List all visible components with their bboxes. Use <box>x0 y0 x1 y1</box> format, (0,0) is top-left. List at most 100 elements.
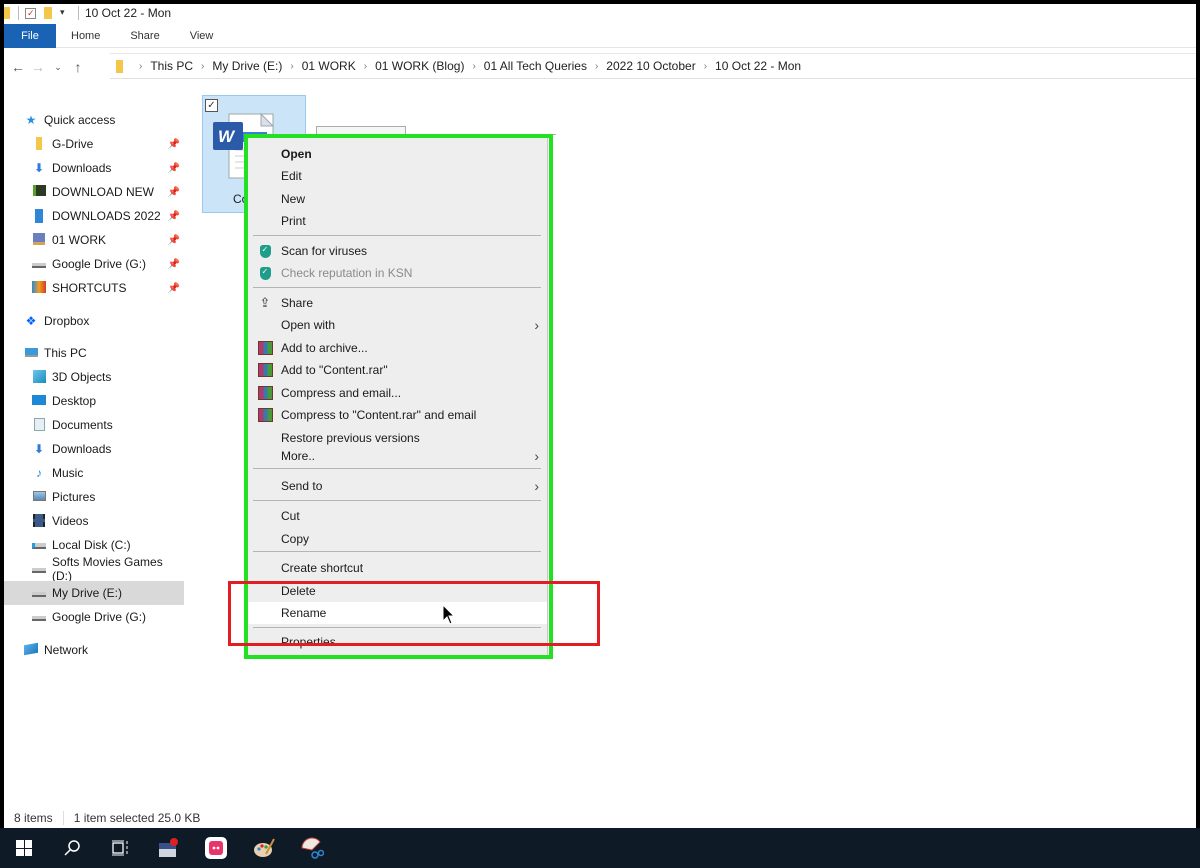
sidebar-item-this-pc[interactable]: This PC <box>4 341 184 365</box>
chevron-right-icon[interactable]: › <box>472 61 475 72</box>
shortcuts-icon <box>32 281 46 295</box>
sidebar-item-music[interactable]: ♪ Music <box>4 461 184 485</box>
chevron-right-icon[interactable]: › <box>364 61 367 72</box>
sidebar-item-label: G-Drive <box>52 137 94 151</box>
sidebar-item-downloads-2022[interactable]: DOWNLOADS 2022 📌 <box>4 204 184 228</box>
sidebar-item-desktop[interactable]: Desktop <box>4 389 184 413</box>
dropbox-icon: ❖ <box>25 314 37 328</box>
sidebar-item-label: SHORTCUTS <box>52 281 127 295</box>
tab-file[interactable]: File <box>4 24 56 48</box>
search-button[interactable] <box>48 828 96 868</box>
sidebar-item-3d-objects[interactable]: 3D Objects <box>4 365 184 389</box>
pin-icon[interactable]: 📌 <box>168 187 180 198</box>
sidebar-item-network[interactable]: Network <box>4 638 184 662</box>
sidebar-item-shortcuts[interactable]: SHORTCUTS 📌 <box>4 276 184 300</box>
download-icon: ⬇ <box>33 442 45 456</box>
breadcrumb-tech-queries[interactable]: 01 All Tech Queries <box>484 59 587 73</box>
tab-view[interactable]: View <box>175 24 229 48</box>
navigation-pane: ★ Quick access G-Drive 📌 ⬇ Downloads 📌 D… <box>4 92 184 802</box>
folder-icon <box>4 7 10 19</box>
taskbar <box>0 828 1200 868</box>
new-folder-quick-icon[interactable] <box>44 7 52 19</box>
chat-app-icon <box>205 837 227 859</box>
folder-blue-icon <box>32 209 46 223</box>
navigation-bar: ← → ⌄ ↑ › This PC › My Drive (E:) › 01 W… <box>4 49 1196 85</box>
tab-share[interactable]: Share <box>115 24 174 48</box>
chevron-right-icon[interactable]: › <box>704 61 707 72</box>
sidebar-item-label: 01 WORK <box>52 233 107 247</box>
sidebar-item-downloads-quick[interactable]: ⬇ Downloads 📌 <box>4 156 184 180</box>
taskbar-chat-app[interactable] <box>192 828 240 868</box>
properties-quick-icon[interactable] <box>25 7 36 19</box>
pictures-icon <box>32 490 46 504</box>
recent-locations-button[interactable]: ⌄ <box>48 62 68 73</box>
taskbar-app-window[interactable] <box>144 828 192 868</box>
pin-icon[interactable]: 📌 <box>168 163 180 174</box>
paint-icon <box>254 838 275 857</box>
sidebar-item-videos[interactable]: Videos <box>4 509 184 533</box>
up-button[interactable]: ↑ <box>68 59 88 75</box>
divider <box>78 6 79 20</box>
sidebar-item-01-work[interactable]: 01 WORK 📌 <box>4 228 184 252</box>
pin-icon[interactable]: 📌 <box>168 211 180 222</box>
taskbar-snipping-tool[interactable] <box>288 828 336 868</box>
breadcrumb-2022-october[interactable]: 2022 10 October <box>606 59 695 73</box>
sidebar-item-dropbox[interactable]: ❖ Dropbox <box>4 309 184 333</box>
taskbar-paint[interactable] <box>240 828 288 868</box>
chevron-right-icon[interactable]: › <box>139 61 142 72</box>
sidebar-item-label: Dropbox <box>44 314 90 328</box>
sidebar-item-label: Network <box>44 643 89 657</box>
breadcrumb-current-folder[interactable]: 10 Oct 22 - Mon <box>715 59 801 73</box>
forward-button[interactable]: → <box>28 59 48 75</box>
sidebar-item-my-drive-e[interactable]: My Drive (E:) <box>4 581 184 605</box>
task-view-icon <box>112 840 128 856</box>
pin-icon[interactable]: 📌 <box>168 139 180 150</box>
breadcrumb-this-pc[interactable]: This PC <box>150 59 193 73</box>
sidebar-item-label: My Drive (E:) <box>52 586 122 600</box>
task-view-button[interactable] <box>96 828 144 868</box>
breadcrumb-01-work-blog[interactable]: 01 WORK (Blog) <box>375 59 464 73</box>
documents-icon <box>32 418 46 432</box>
sidebar-item-label: DOWNLOAD NEW <box>52 185 154 199</box>
drive-icon <box>32 562 46 576</box>
sidebar-item-local-disk-c[interactable]: Local Disk (C:) <box>4 533 184 557</box>
sidebar-item-download-new[interactable]: DOWNLOAD NEW 📌 <box>4 180 184 204</box>
start-button[interactable] <box>0 828 48 868</box>
sidebar-item-label: Downloads <box>52 442 112 456</box>
chevron-right-icon[interactable]: › <box>290 61 293 72</box>
divider <box>62 811 64 825</box>
breadcrumb-my-drive[interactable]: My Drive (E:) <box>212 59 282 73</box>
sidebar-item-label: Documents <box>52 418 113 432</box>
customize-toolbar-icon[interactable]: ▾ <box>60 7 70 19</box>
sidebar-item-softs-movies-games-d[interactable]: Softs Movies Games (D:) <box>4 555 184 583</box>
work-folder-icon <box>32 233 46 247</box>
star-icon: ★ <box>25 113 37 127</box>
download-icon: ⬇ <box>33 161 45 175</box>
mouse-cursor-icon <box>442 604 456 625</box>
folder-icon <box>32 137 46 151</box>
sidebar-item-label: Videos <box>52 514 89 528</box>
sidebar-item-g-drive[interactable]: G-Drive 📌 <box>4 132 184 156</box>
sidebar-item-quick-access[interactable]: ★ Quick access <box>4 108 184 132</box>
chevron-right-icon[interactable]: › <box>595 61 598 72</box>
sidebar-item-pictures[interactable]: Pictures <box>4 485 184 509</box>
windows-logo-icon <box>16 840 32 856</box>
address-bar[interactable]: › This PC › My Drive (E:) › 01 WORK › 01… <box>110 53 1196 79</box>
sidebar-item-google-drive-quick[interactable]: Google Drive (G:) 📌 <box>4 252 184 276</box>
pin-icon[interactable]: 📌 <box>168 259 180 270</box>
tab-home[interactable]: Home <box>56 24 115 48</box>
sidebar-item-label: Quick access <box>44 113 116 127</box>
sidebar-item-label: This PC <box>44 346 87 360</box>
drive-icon <box>32 257 46 271</box>
sidebar-item-google-drive-g[interactable]: Google Drive (G:) <box>4 605 184 629</box>
music-icon: ♪ <box>36 466 42 480</box>
back-button[interactable]: ← <box>8 59 28 75</box>
pin-icon[interactable]: 📌 <box>168 283 180 294</box>
chevron-right-icon[interactable]: › <box>201 61 204 72</box>
pin-icon[interactable]: 📌 <box>168 235 180 246</box>
sidebar-item-label: Pictures <box>52 490 96 504</box>
breadcrumb-01-work[interactable]: 01 WORK <box>302 59 356 73</box>
sidebar-item-label: Google Drive (G:) <box>52 610 147 624</box>
sidebar-item-downloads[interactable]: ⬇ Downloads <box>4 437 184 461</box>
sidebar-item-documents[interactable]: Documents <box>4 413 184 437</box>
